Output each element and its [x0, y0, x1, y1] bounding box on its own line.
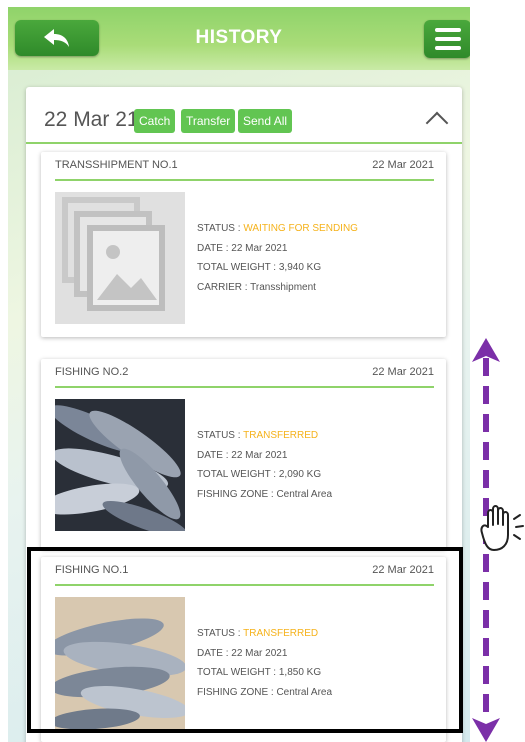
history-item[interactable]: FISHING NO.2 22 Mar 2021 STATUS : TRANSF… [41, 359, 446, 549]
group-header[interactable]: 22 Mar 21 Catch Transfer Send All [26, 87, 462, 144]
status-badge: TRANSFERRED [243, 628, 319, 639]
history-group-card: 22 Mar 21 Catch Transfer Send All TRANSS… [26, 87, 462, 742]
placeholder-photo-icon [55, 192, 185, 324]
page-title: HISTORY [195, 27, 283, 48]
hamburger-icon [434, 28, 461, 32]
item-info: STATUS : WAITING FOR SENDING DATE : 22 M… [197, 223, 358, 293]
item-date: 22 Mar 2021 [372, 159, 434, 171]
send-all-button[interactable]: Send All [238, 109, 293, 133]
menu-button[interactable] [424, 20, 470, 58]
item-date: 22 Mar 2021 [372, 564, 434, 576]
transfer-button[interactable]: Transfer [181, 109, 236, 133]
item-info: STATUS : TRANSFERRED DATE : 22 Mar 2021 … [197, 430, 333, 500]
item-info: STATUS : TRANSFERRED DATE : 22 Mar 2021 … [197, 628, 333, 698]
top-bar: HISTORY [8, 7, 470, 70]
item-name: FISHING NO.1 [55, 564, 129, 576]
fish-catch-photo [55, 597, 185, 729]
fish-catch-photo [55, 399, 185, 531]
item-date: 22 Mar 2021 [372, 366, 434, 378]
app-screen: HISTORY 22 Mar 21 Catch Transfer Send Al… [8, 7, 470, 742]
status-badge: TRANSFERRED [243, 430, 319, 441]
item-name: FISHING NO.2 [55, 366, 129, 378]
group-date: 22 Mar 21 [44, 108, 139, 131]
item-name: TRANSSHIPMENT NO.1 [55, 159, 178, 171]
catch-button[interactable]: Catch [134, 109, 176, 133]
history-item[interactable]: TRANSSHIPMENT NO.1 22 Mar 2021 STATUS : … [41, 152, 446, 337]
collapse-chevron-up-icon[interactable] [425, 111, 449, 135]
status-badge: WAITING FOR SENDING [243, 223, 358, 234]
history-item[interactable]: FISHING NO.1 22 Mar 2021 STATUS : TRANSF… [41, 557, 446, 742]
swipe-hand-icon [480, 505, 524, 551]
